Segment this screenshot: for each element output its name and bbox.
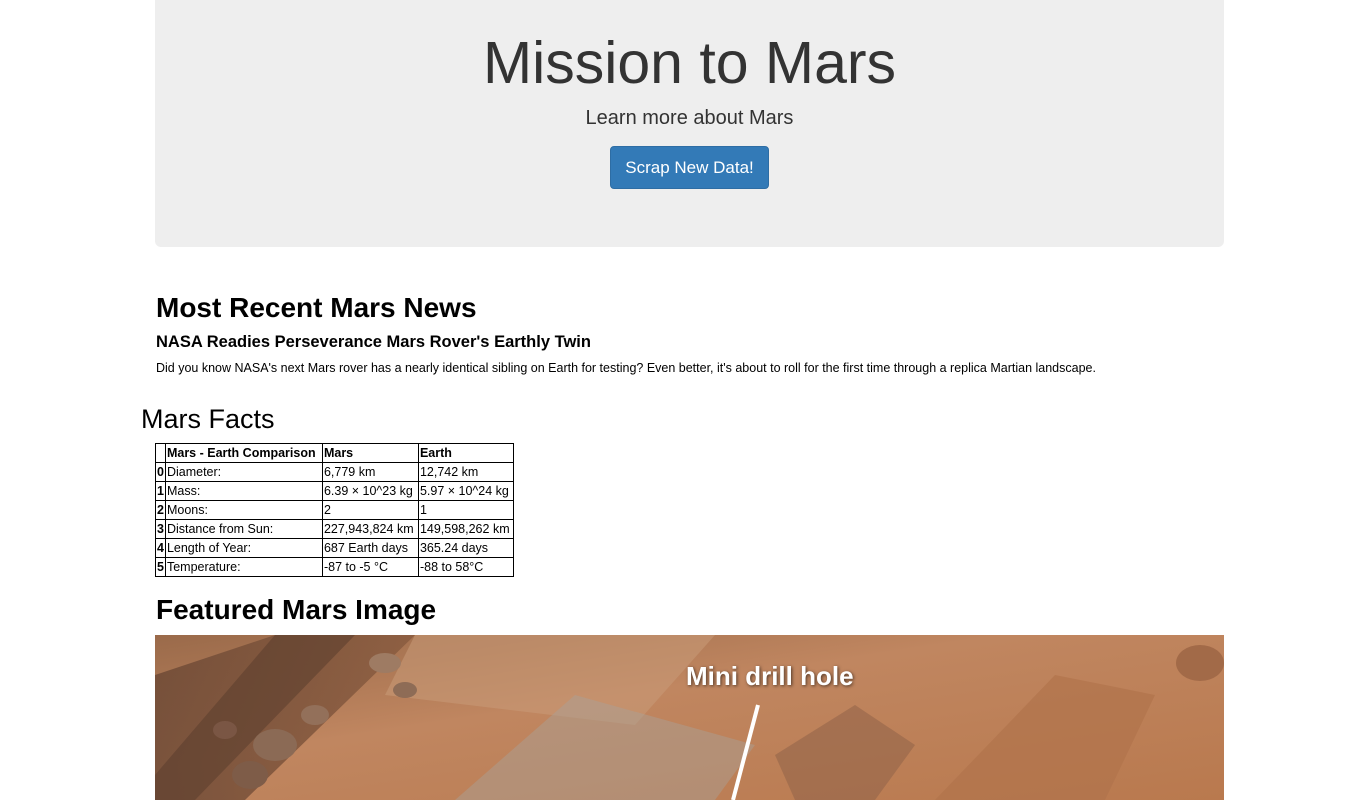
mars-terrain-illustration: [155, 635, 1224, 800]
page-subtitle: Learn more about Mars: [585, 107, 794, 129]
jumbotron: Mission to Mars Learn more about Mars Sc…: [155, 0, 1224, 247]
page-title: Mission to Mars: [482, 30, 897, 96]
table-cell: 6,779 km: [321, 462, 419, 482]
table-cell: 149,598,262 km: [417, 519, 514, 539]
table-cell: 2: [155, 500, 166, 520]
table-cell: Mass:: [164, 481, 323, 501]
table-cell: Temperature:: [164, 557, 323, 577]
table-cell: 2: [321, 500, 419, 520]
table-cell: Distance from Sun:: [164, 519, 323, 539]
table-cell: 365.24 days: [417, 538, 514, 558]
table-cell: 5.97 × 10^24 kg: [417, 481, 514, 501]
news-paragraph: Did you know NASA's next Mars rover has …: [156, 361, 1096, 375]
table-row: 0 Diameter: 6,779 km 12,742 km: [155, 462, 514, 482]
table-cell: 1: [417, 500, 514, 520]
table-cell: 227,943,824 km: [321, 519, 419, 539]
table-cell: 687 Earth days: [321, 538, 419, 558]
table-cell: Length of Year:: [164, 538, 323, 558]
table-cell: 3: [155, 519, 166, 539]
news-heading: Most Recent Mars News: [156, 292, 477, 323]
table-header-cell: [155, 443, 166, 463]
facts-heading: Mars Facts: [141, 404, 275, 434]
image-annotation-label: Mini drill hole: [686, 661, 854, 691]
table-row: 4 Length of Year: 687 Earth days 365.24 …: [155, 538, 514, 558]
featured-heading: Featured Mars Image: [156, 594, 437, 625]
table-header-row: Mars - Earth Comparison Mars Earth: [155, 443, 514, 463]
table-cell: -87 to -5 °C: [321, 557, 419, 577]
table-cell: 6.39 × 10^23 kg: [321, 481, 419, 501]
scrape-button[interactable]: Scrap New Data!: [610, 146, 769, 189]
table-header-cell: Mars: [321, 443, 419, 463]
table-cell: -88 to 58°C: [417, 557, 514, 577]
table-cell: 0: [155, 462, 166, 482]
facts-table: Mars - Earth Comparison Mars Earth 0 Dia…: [155, 443, 514, 577]
table-header-cell: Mars - Earth Comparison: [164, 443, 323, 463]
table-cell: Moons:: [164, 500, 323, 520]
table-cell: Diameter:: [164, 462, 323, 482]
table-cell: 5: [155, 557, 166, 577]
table-row: 1 Mass: 6.39 × 10^23 kg 5.97 × 10^24 kg: [155, 481, 514, 501]
featured-mars-image: Mini drill hole: [155, 635, 1224, 800]
table-cell: 1: [155, 481, 166, 501]
table-cell: 12,742 km: [417, 462, 514, 482]
table-header-cell: Earth: [417, 443, 514, 463]
table-cell: 4: [155, 538, 166, 558]
table-row: 5 Temperature: -87 to -5 °C -88 to 58°C: [155, 557, 514, 577]
table-row: 3 Distance from Sun: 227,943,824 km 149,…: [155, 519, 514, 539]
table-row: 2 Moons: 2 1: [155, 500, 514, 520]
news-title: NASA Readies Perseverance Mars Rover's E…: [156, 333, 591, 351]
